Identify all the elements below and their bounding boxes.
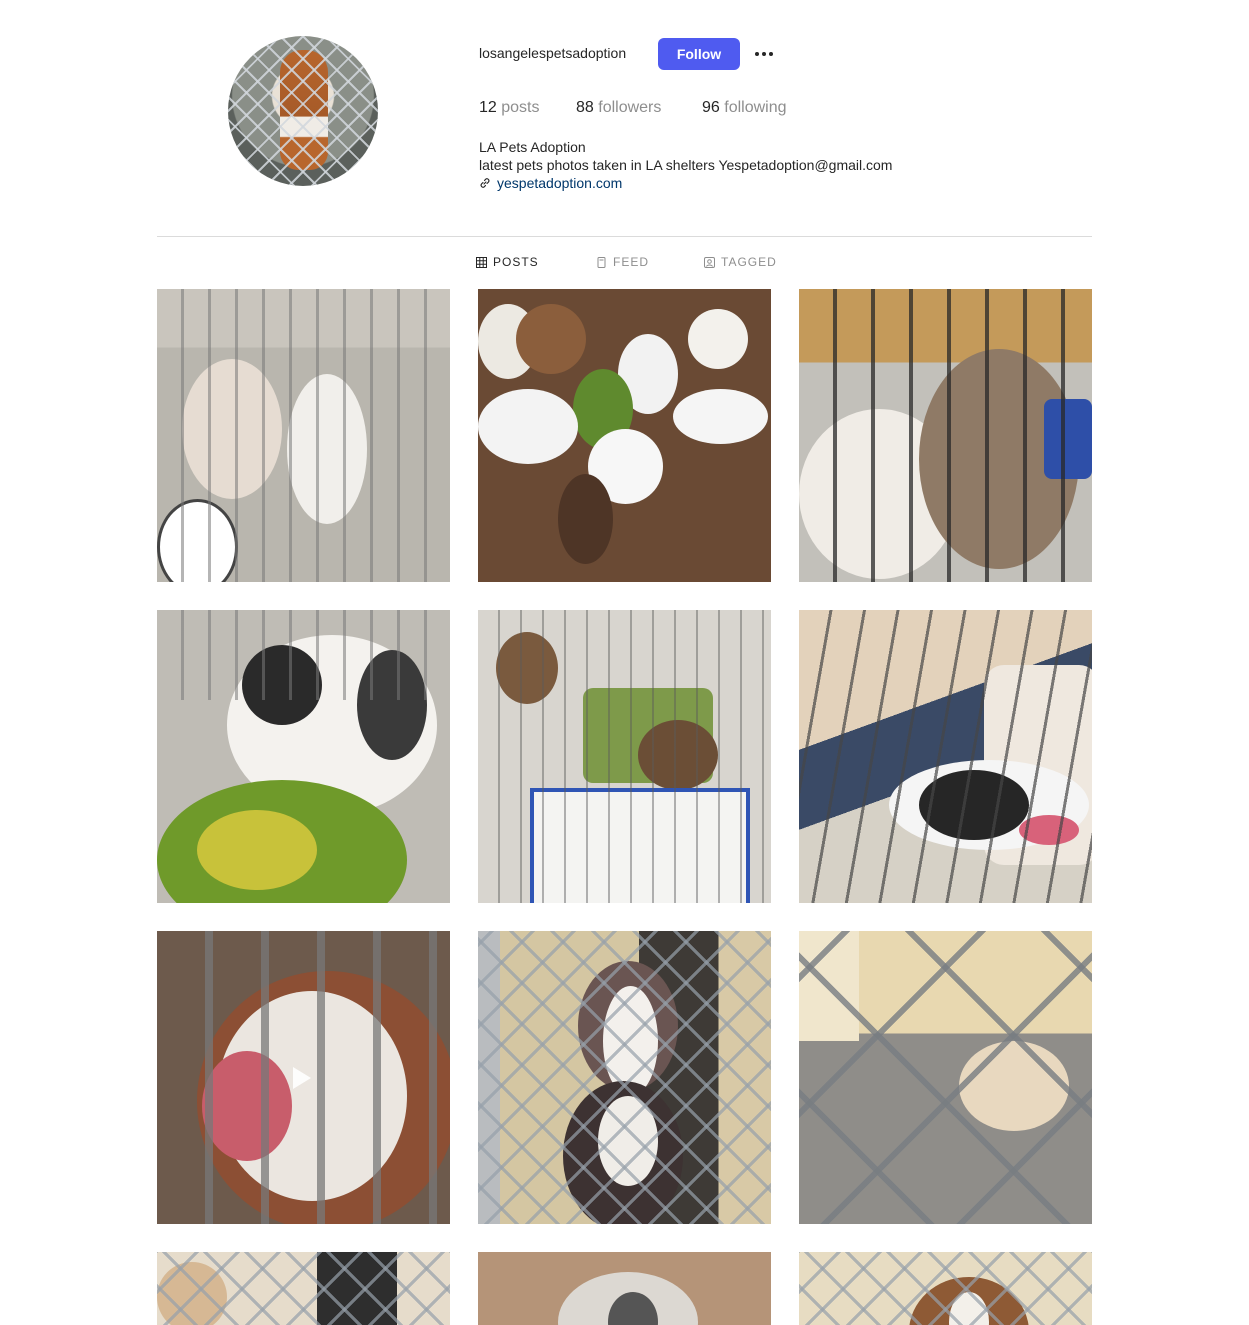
tab-feed-label: FEED: [613, 255, 650, 269]
following-stat[interactable]: 96 following: [702, 99, 787, 117]
post-tile[interactable]: [799, 931, 1092, 1224]
profile-avatar[interactable]: [228, 36, 378, 186]
post-tile[interactable]: [799, 610, 1092, 903]
post-tile[interactable]: [157, 610, 450, 903]
post-tile[interactable]: [157, 289, 450, 582]
feed-icon: [597, 256, 606, 268]
website-text: yespetadoption.com: [497, 175, 623, 191]
followers-label: followers: [598, 99, 662, 116]
post-tile[interactable]: [799, 1252, 1092, 1325]
following-label: following: [724, 99, 787, 116]
followers-stat[interactable]: 88 followers: [576, 99, 661, 117]
tab-posts[interactable]: POSTS: [476, 255, 539, 269]
profile-page: losangelespetsadoption Follow 12 posts 8…: [0, 0, 1249, 1325]
avatar-fence-graphic: [228, 36, 378, 186]
post-tile[interactable]: [799, 289, 1092, 582]
post-tile[interactable]: [478, 1252, 771, 1325]
tab-tagged[interactable]: TAGGED: [704, 255, 777, 269]
grid-icon: [476, 256, 487, 268]
tab-feed[interactable]: FEED: [596, 255, 649, 269]
profile-username: losangelespetsadoption: [479, 45, 627, 61]
posts-stat: 12 posts: [479, 99, 540, 117]
post-tile[interactable]: [478, 289, 771, 582]
post-tile[interactable]: [157, 931, 450, 1224]
tagged-icon: [704, 256, 715, 268]
post-tile[interactable]: [478, 931, 771, 1224]
post-tile[interactable]: [478, 610, 771, 903]
tab-posts-label: POSTS: [493, 255, 539, 269]
tab-tagged-label: TAGGED: [721, 255, 777, 269]
video-play-icon: [293, 1067, 311, 1089]
following-count: 96: [702, 99, 720, 116]
profile-bio: latest pets photos taken in LA shelters …: [479, 157, 893, 173]
more-options-icon[interactable]: [750, 40, 778, 68]
post-tile[interactable]: [157, 1252, 450, 1325]
header-divider: [157, 236, 1092, 237]
followers-count: 88: [576, 99, 594, 116]
profile-tabs: POSTS FEED TAGGED: [0, 255, 1249, 273]
profile-full-name: LA Pets Adoption: [479, 139, 586, 155]
profile-website-link[interactable]: yespetadoption.com: [479, 175, 622, 191]
posts-label: posts: [501, 99, 540, 116]
follow-button[interactable]: Follow: [658, 38, 740, 70]
posts-count: 12: [479, 99, 497, 116]
link-icon: [480, 178, 490, 188]
